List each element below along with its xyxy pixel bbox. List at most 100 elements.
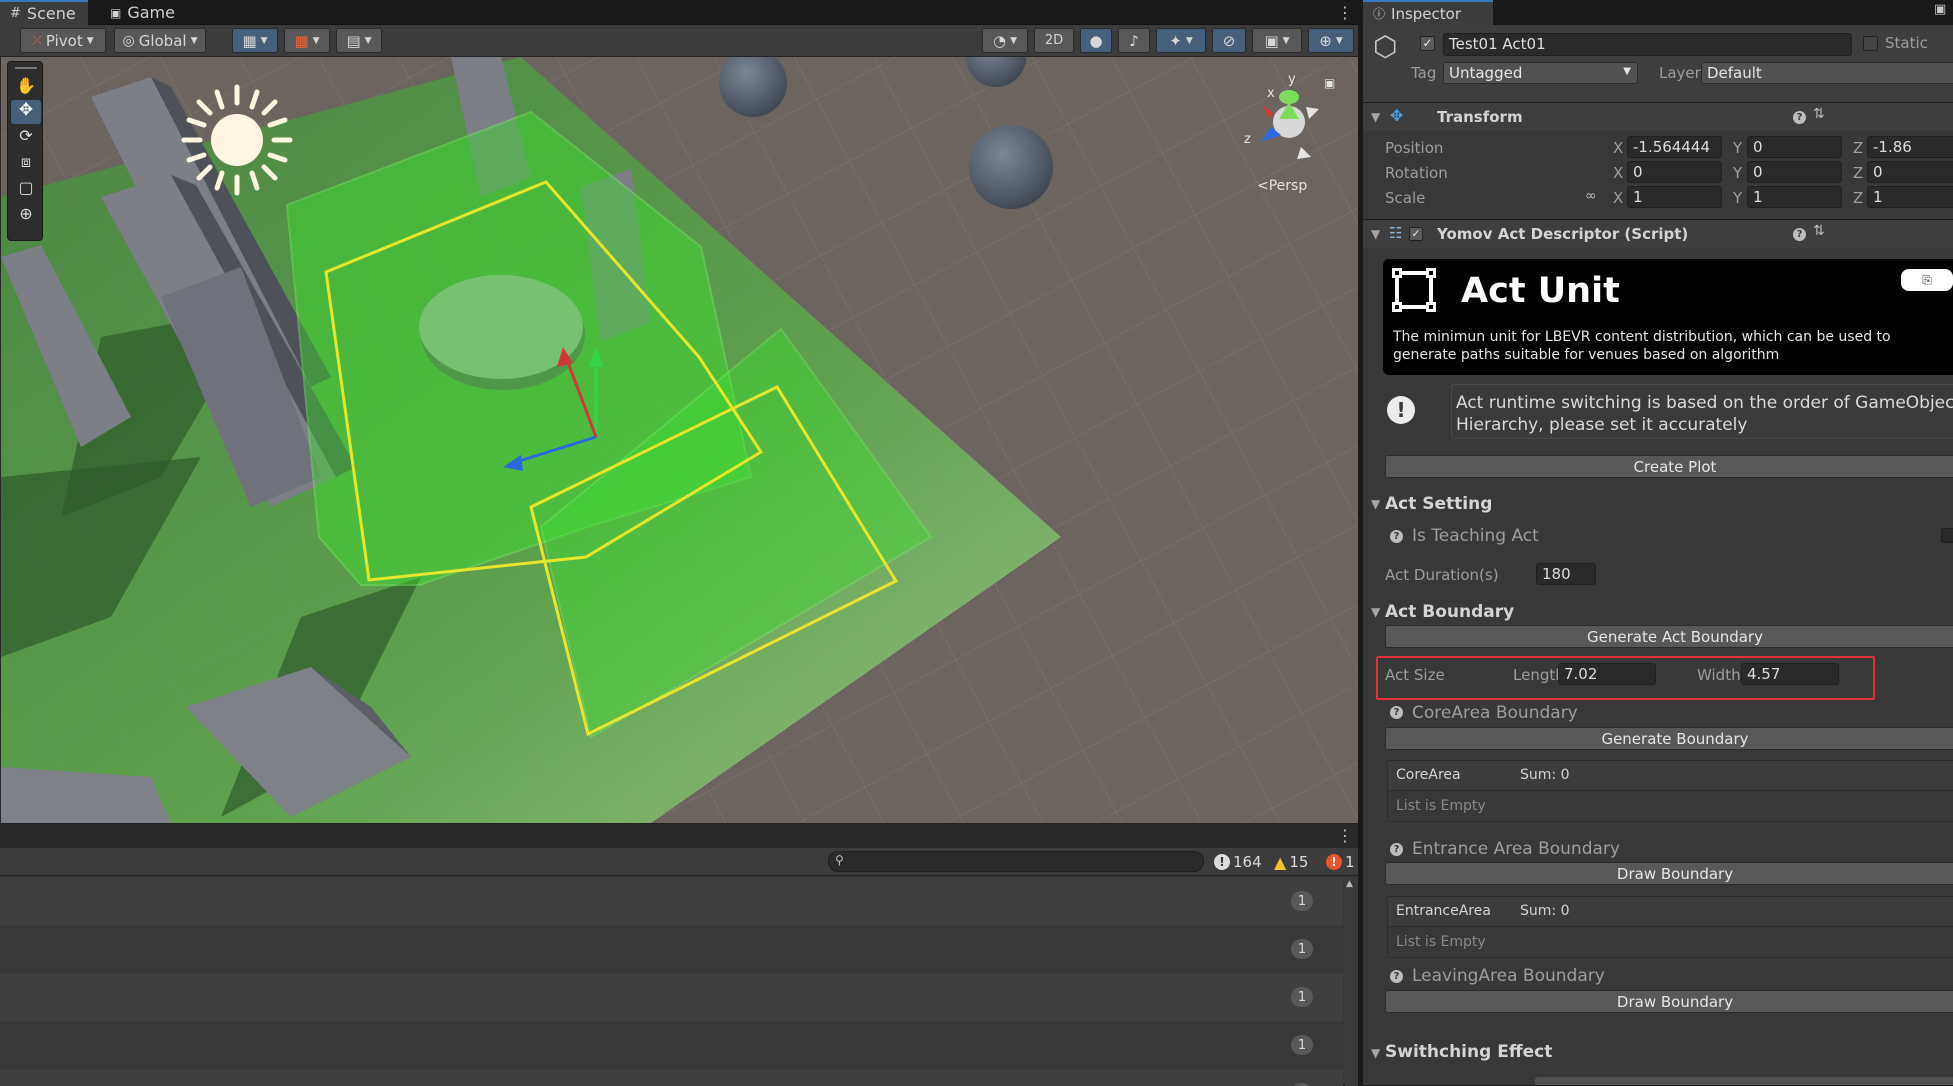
- switching-effect-dropdown[interactable]: [1535, 1077, 1953, 1085]
- lock-icon[interactable]: ▣: [1934, 2, 1946, 17]
- grid-snap-button[interactable]: ▦ ▼: [232, 28, 278, 53]
- help-icon[interactable]: ?: [1390, 706, 1403, 719]
- console-search-input[interactable]: ⚲: [828, 851, 1204, 872]
- lock-icon[interactable]: ▣: [1324, 76, 1335, 90]
- warning-text-line1: Act runtime switching is based on the or…: [1456, 393, 1953, 413]
- audio-toggle[interactable]: ♪: [1118, 28, 1150, 53]
- length-field[interactable]: 7.02: [1558, 663, 1656, 685]
- is-teaching-act-checkbox[interactable]: [1941, 528, 1953, 543]
- draw-mode-dropdown[interactable]: ◔ ▼: [982, 28, 1028, 53]
- hand-tool-icon[interactable]: ✋: [13, 76, 39, 98]
- console-menu-icon[interactable]: ⋮: [1337, 826, 1353, 845]
- scale-x-field[interactable]: 1: [1627, 186, 1722, 208]
- effects-dropdown[interactable]: ✦ ▼: [1156, 28, 1206, 53]
- rotation-x-field[interactable]: 0: [1627, 161, 1722, 183]
- console-row[interactable]: 1: [0, 877, 1343, 925]
- hidden-objects-toggle[interactable]: ⊘: [1212, 28, 1246, 53]
- warning-text-line2: Hierarchy, please set it accurately: [1456, 415, 1748, 435]
- foldout-icon[interactable]: ▼: [1371, 497, 1380, 511]
- tag-label: Tag: [1411, 64, 1437, 82]
- search-icon: ⚲: [835, 853, 844, 867]
- help-icon[interactable]: ?: [1793, 111, 1806, 124]
- scale-tool-icon[interactable]: ⧈: [13, 152, 39, 174]
- sun-light-icon[interactable]: [181, 84, 293, 196]
- banner-description-line1: The minimun unit for LBEVR content distr…: [1393, 329, 1891, 345]
- tag-dropdown[interactable]: Untagged ▼: [1443, 62, 1638, 84]
- help-icon[interactable]: ?: [1390, 970, 1403, 983]
- active-checkbox[interactable]: ✓: [1420, 36, 1435, 51]
- foldout-icon[interactable]: ▼: [1371, 1046, 1380, 1060]
- draw-leaving-boundary-button[interactable]: Draw Boundary: [1385, 990, 1953, 1013]
- transform-tool-icon[interactable]: ⊕: [13, 204, 39, 226]
- help-icon[interactable]: ?: [1390, 843, 1403, 856]
- perspective-label[interactable]: <Persp: [1257, 178, 1307, 194]
- static-checkbox[interactable]: [1863, 36, 1878, 51]
- layer-dropdown[interactable]: Default: [1701, 62, 1953, 84]
- pivot-dropdown[interactable]: ⤫ Pivot ▼: [20, 28, 106, 53]
- position-y-field[interactable]: 0: [1747, 136, 1842, 158]
- act-boundary-header[interactable]: Act Boundary: [1385, 602, 1514, 622]
- rotation-y-field[interactable]: 0: [1747, 161, 1842, 183]
- scene-viewport[interactable]: y x z <Persp ▣ ✋ ✥ ⟳ ⧈ ▢ ⊕: [1, 57, 1358, 823]
- lighting-toggle[interactable]: ●: [1080, 28, 1112, 53]
- move-tool-icon[interactable]: ✥: [11, 100, 41, 124]
- inspector-panel: ⓘ Inspector ▣ ⬡ ✓ Test01 Act01 Static Ta…: [1362, 0, 1953, 1085]
- scale-y-field[interactable]: 1: [1747, 186, 1842, 208]
- foldout-icon[interactable]: ▼: [1371, 110, 1380, 124]
- rotation-z-field[interactable]: 0: [1867, 161, 1953, 183]
- toggle-2d-button[interactable]: 2D: [1034, 28, 1074, 53]
- act-unit-banner: Act Unit The minimun unit for LBEVR cont…: [1383, 259, 1953, 375]
- generate-boundary-button[interactable]: Generate Boundary: [1385, 727, 1953, 750]
- rect-tool-icon[interactable]: ▢: [13, 178, 39, 200]
- camera-dropdown[interactable]: ▣ ▼: [1252, 28, 1302, 53]
- tab-inspector[interactable]: ⓘ Inspector: [1363, 0, 1493, 25]
- object-name-field[interactable]: Test01 Act01: [1443, 33, 1852, 56]
- log-count-toggle[interactable]: ! 164: [1214, 851, 1262, 873]
- warning-icon: ▲: [1274, 852, 1287, 872]
- scene-menu-icon[interactable]: ⋮: [1337, 3, 1353, 22]
- draw-entrance-boundary-button[interactable]: Draw Boundary: [1385, 862, 1953, 885]
- position-x-field[interactable]: -1.564444: [1627, 136, 1722, 158]
- settings-icon[interactable]: ⇅: [1813, 106, 1825, 122]
- foldout-icon[interactable]: ▼: [1371, 227, 1380, 241]
- link-icon[interactable]: ∞: [1585, 188, 1597, 204]
- console-row[interactable]: 1: [0, 973, 1343, 1021]
- error-count-toggle[interactable]: ! 1: [1326, 851, 1355, 873]
- transform-header[interactable]: ▼ ✥ Transform ? ⇅: [1363, 102, 1953, 131]
- scale-z-field[interactable]: 1: [1867, 186, 1953, 208]
- scroll-up-icon[interactable]: ▲: [1346, 879, 1353, 889]
- console-row[interactable]: 1: [0, 1021, 1343, 1069]
- global-dropdown[interactable]: ◎ Global ▼: [114, 28, 206, 53]
- position-z-field[interactable]: -1.86: [1867, 136, 1953, 158]
- tab-game[interactable]: ▣ Game: [100, 0, 180, 25]
- axis-y-label: Y: [1733, 139, 1743, 157]
- create-plot-button[interactable]: Create Plot: [1385, 455, 1953, 478]
- console-row[interactable]: 1: [0, 925, 1343, 973]
- help-icon[interactable]: ?: [1793, 228, 1806, 241]
- error-icon: !: [1326, 854, 1342, 870]
- act-setting-header[interactable]: Act Setting: [1385, 494, 1492, 514]
- console-tab-bar: ⋮: [0, 824, 1358, 848]
- switching-effect-header[interactable]: Swithching Effect: [1385, 1042, 1552, 1062]
- width-field[interactable]: 4.57: [1741, 663, 1839, 685]
- script-component-header[interactable]: ▼ ☷ ✓ Yomov Act Descriptor (Script) ? ⇅: [1363, 219, 1953, 248]
- act-duration-field[interactable]: 180: [1536, 563, 1596, 585]
- settings-icon[interactable]: ⇅: [1813, 223, 1825, 239]
- generate-act-boundary-button[interactable]: Generate Act Boundary: [1385, 625, 1953, 648]
- act-duration-label: Act Duration(s): [1385, 566, 1499, 584]
- console-scrollbar[interactable]: ▲: [1345, 877, 1358, 1086]
- help-icon[interactable]: ?: [1390, 530, 1403, 543]
- tab-scene[interactable]: # Scene: [0, 0, 88, 25]
- grid-visibility-button[interactable]: ▤ ▼: [336, 28, 382, 53]
- act-unit-icon: [1392, 268, 1436, 312]
- increment-snap-button[interactable]: ▦ ▼: [284, 28, 330, 53]
- foldout-icon[interactable]: ▼: [1371, 605, 1380, 619]
- warning-helpbox: Act runtime switching is based on the or…: [1451, 384, 1953, 439]
- warning-count-toggle[interactable]: ▲ 15: [1274, 851, 1308, 873]
- console-row[interactable]: 1: [0, 1069, 1343, 1086]
- doc-icon[interactable]: ⎘: [1901, 269, 1953, 291]
- lightbulb-icon: ●: [1089, 31, 1103, 50]
- rotate-tool-icon[interactable]: ⟳: [13, 126, 39, 148]
- gizmos-dropdown[interactable]: ⊕ ▼: [1308, 28, 1354, 53]
- component-enabled-checkbox[interactable]: ✓: [1409, 227, 1423, 241]
